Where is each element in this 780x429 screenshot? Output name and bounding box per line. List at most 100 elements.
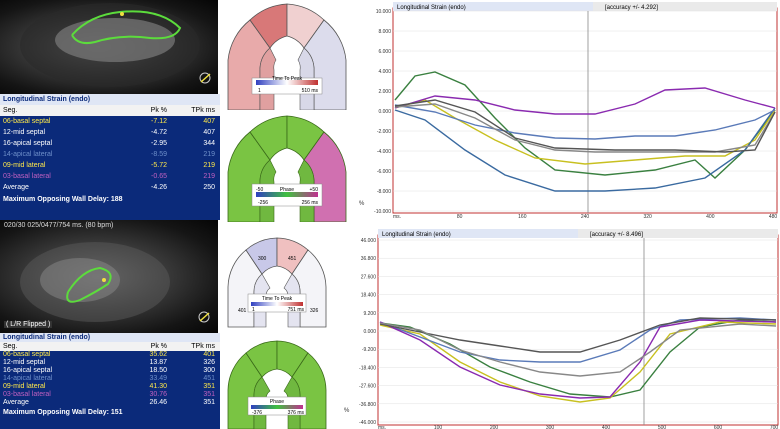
legend-max: 376 ms [288, 410, 305, 416]
peak-strain: -7.12 [151, 118, 167, 125]
y-tick-label: -18.400 [359, 365, 376, 371]
segment-name: 12-mid septal [3, 129, 46, 136]
myocardium-trace-bottom [20, 242, 210, 323]
time-to-peak: 407 [203, 129, 215, 136]
table-row: 14-apical lateral 33.49 451 [0, 375, 220, 383]
table-row: 16-apical septal -2.95 344 [0, 138, 220, 149]
y-tick-label: 46.000 [361, 238, 377, 244]
y-tick-label: -9.200 [362, 347, 376, 353]
y-tick-label: -8.000 [377, 189, 391, 195]
time-to-peak: 401 [203, 351, 215, 358]
peak-strain: -8.59 [151, 151, 167, 158]
peak-strain: 33.49 [149, 375, 167, 382]
legend-min: 1 [252, 307, 255, 313]
y-tick-label: 27.600 [361, 274, 377, 280]
x-tick-label: 700 [770, 425, 779, 429]
chart-accuracy: [accuracy +/- 8.496] [590, 232, 643, 238]
peak-strain: 26.46 [149, 399, 167, 406]
segment-name: Average [3, 184, 29, 191]
y-tick-label: 36.800 [361, 256, 377, 262]
legend-right: +50 [310, 187, 319, 193]
bullseye-time-to-peak-bottom: 401 300 451 326 351 351 Time To Peak 1 7… [222, 232, 332, 332]
peak-strain: -4.26 [151, 184, 167, 191]
y-tick-label: 4.000 [378, 69, 391, 75]
x-tick-label: 500 [658, 425, 667, 429]
y-tick-label: 10.000 [376, 9, 392, 15]
peak-strain: 35.62 [149, 351, 167, 358]
segment-name: 06-basal septal [3, 118, 51, 125]
x-tick-label: 160 [518, 214, 527, 220]
y-tick-label: 9.200 [363, 311, 376, 317]
y-axis-label: % [359, 201, 365, 207]
table-row: 09-mid lateral -5.72 219 [0, 160, 220, 171]
table-title: Longitudinal Strain (endo) [0, 333, 220, 342]
legend-title: Phase [270, 399, 284, 405]
max-opposing-wall-delay: Maximum Opposing Wall Delay: 151 [3, 409, 123, 416]
time-to-peak: 407 [203, 118, 215, 125]
strain-chart-bottom: Longitudinal Strain (endo) [accuracy +/-… [340, 222, 780, 429]
table-row: 06-basal septal 35.62 401 [0, 351, 220, 359]
y-tick-label: 8.000 [378, 29, 391, 35]
segment-name: 03-basal lateral [3, 391, 51, 398]
x-tick-label: 240 [581, 214, 590, 220]
segment-label: 326 [310, 308, 319, 314]
time-to-peak: 451 [203, 375, 215, 382]
strain-table-top: Longitudinal Strain (endo) Seg. Pk % TPk… [0, 94, 220, 220]
x-tick-label: 600 [714, 425, 723, 429]
legend-title: Time To Peak [262, 296, 293, 302]
chart-title: Longitudinal Strain (endo) [397, 5, 466, 11]
segment-name: 14-apical lateral [3, 151, 53, 158]
y-tick-label: -2.000 [377, 129, 391, 135]
table-header: Seg. Pk % TPk ms [0, 342, 220, 351]
bullseye-phase-top: Phase -50 +50 -256 256 ms [222, 112, 352, 223]
legend-min: -256 [258, 200, 268, 206]
time-to-peak: 351 [203, 399, 215, 406]
segment-name: 16-apical septal [3, 140, 53, 147]
x-tick-label: 200 [490, 425, 499, 429]
header-tpk: TPk ms [191, 343, 215, 350]
header-pk: Pk % [150, 107, 167, 114]
legend-min: -376 [252, 410, 262, 416]
mri-image-bottom: 020/30 025/0477/754 ms. (80 bpm) ( L/R F… [0, 220, 218, 333]
peak-strain: -2.95 [151, 140, 167, 147]
table-header: Seg. Pk % TPk ms [0, 105, 220, 116]
strain-chart-top: Longitudinal Strain (endo) [accuracy +/-… [355, 0, 780, 222]
table-row: 12-mid septal 13.87 326 [0, 359, 220, 367]
segment-name: 03-basal lateral [3, 173, 51, 180]
segment-label: 401 [238, 308, 247, 314]
peak-strain: 41.30 [149, 383, 167, 390]
legend-left: -50 [256, 187, 263, 193]
bullseye-phase-bottom: Phase -376 376 ms [222, 335, 332, 429]
time-to-peak: 351 [203, 383, 215, 390]
y-tick-label: 0.000 [363, 329, 376, 335]
strain-table-bottom: Longitudinal Strain (endo) Seg. Pk % TPk… [0, 333, 220, 429]
y-tick-label: -36.800 [359, 402, 376, 408]
table-row: 12-mid septal -4.72 407 [0, 127, 220, 138]
x-tick-label: ms. [378, 425, 386, 429]
x-tick-label: 80 [457, 214, 463, 220]
table-row: 16-apical septal 18.50 300 [0, 367, 220, 375]
peak-strain: -5.72 [151, 162, 167, 169]
peak-strain: -4.72 [151, 129, 167, 136]
mri-image-top [0, 0, 218, 94]
y-tick-label: 6.000 [378, 49, 391, 55]
peak-strain: 30.76 [149, 391, 167, 398]
y-tick-label: -27.600 [359, 384, 376, 390]
max-opposing-wall-delay: Maximum Opposing Wall Delay: 188 [3, 196, 123, 203]
y-tick-label: -4.000 [377, 149, 391, 155]
time-to-peak: 326 [203, 359, 215, 366]
legend-title: Time To Peak [272, 76, 303, 82]
peak-strain: 13.87 [149, 359, 167, 366]
table-row: 09-mid lateral 41.30 351 [0, 383, 220, 391]
table-row: Average 26.46 351 [0, 399, 220, 407]
x-tick-label: 400 [602, 425, 611, 429]
x-tick-label: 400 [706, 214, 715, 220]
time-to-peak: 351 [203, 391, 215, 398]
lr-flipped-tag: ( L/R Flipped ) [4, 321, 53, 328]
legend-max: 751 ms [288, 307, 305, 313]
legend-title: Phase [280, 187, 294, 193]
header-seg: Seg. [3, 107, 18, 114]
segment-label: 300 [258, 256, 267, 262]
y-tick-label: -10.000 [374, 209, 391, 215]
legend-max: 510 ms [302, 88, 319, 94]
